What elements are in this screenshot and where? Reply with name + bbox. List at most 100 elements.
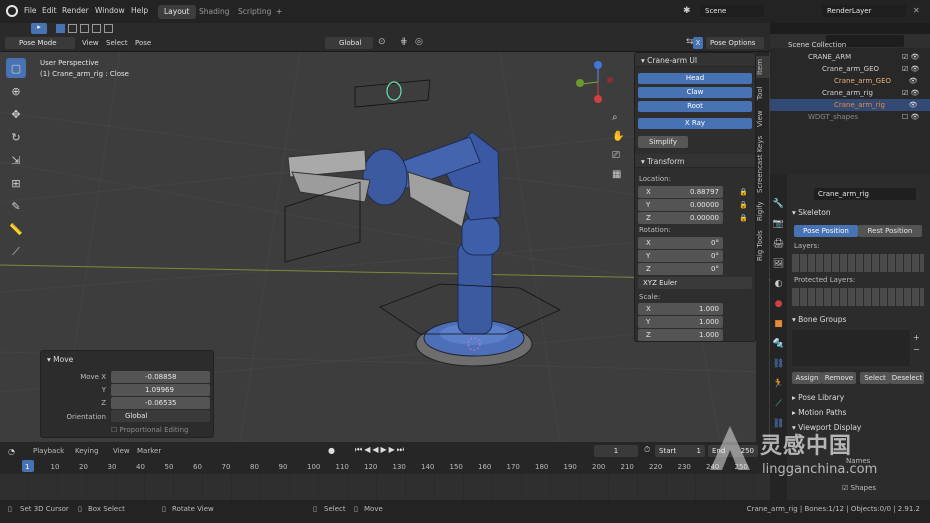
move-x-field[interactable]: -0.08858: [111, 371, 210, 383]
visibility-icons[interactable]: ☑ 👁 ☑ 👁 👁 ☑ 👁 👁 ☐ 👁: [902, 51, 919, 123]
scale-z-field[interactable]: Z 1.000: [638, 329, 723, 341]
add-workspace-button[interactable]: +: [270, 5, 288, 19]
tab-shading[interactable]: Shading: [193, 5, 235, 19]
move-tool-icon[interactable]: ✥: [6, 104, 26, 124]
renderlayer-selector[interactable]: RenderLayer: [822, 5, 906, 17]
scale-x-field[interactable]: X 1.000: [638, 303, 723, 315]
render-props-icon[interactable]: 📷: [772, 218, 785, 231]
outliner-row-scene-collection[interactable]: Scene Collection: [770, 39, 930, 51]
transform-tool-icon[interactable]: ⊞: [6, 173, 26, 193]
claw-button[interactable]: Claw: [638, 87, 752, 98]
menu-help[interactable]: Help: [131, 6, 148, 15]
lock-icons[interactable]: 🔒 🔒 🔒: [739, 186, 748, 225]
pose-library-header[interactable]: ▸ Pose Library: [792, 393, 844, 402]
bone-groups-list[interactable]: [792, 330, 910, 366]
armature-data-icon[interactable]: 🏃: [772, 378, 785, 391]
move-z-field[interactable]: -0.06535: [111, 397, 210, 409]
menu-keying[interactable]: Keying: [75, 447, 99, 455]
measure-tool-icon[interactable]: 📏: [6, 219, 26, 239]
armature-name-field[interactable]: Crane_arm_rig: [814, 188, 916, 200]
start-frame-field[interactable]: Start 1: [655, 445, 705, 457]
location-z-field[interactable]: Z 0.00000: [638, 212, 723, 224]
object-props-icon[interactable]: ■: [772, 318, 785, 331]
move-orientation-dropdown[interactable]: Global: [111, 410, 210, 422]
menu-timeline-view[interactable]: View: [113, 447, 130, 455]
pose-position-button[interactable]: Pose Position: [794, 225, 858, 237]
skeleton-header[interactable]: ▾ Skeleton: [792, 208, 831, 217]
view-layer-icon[interactable]: 🖼: [772, 258, 785, 271]
tab-layout[interactable]: Layout: [158, 5, 196, 19]
x-mirror-toggle[interactable]: X: [693, 37, 703, 49]
pose-options-dropdown[interactable]: Pose Options: [706, 37, 764, 49]
deselect-button[interactable]: Deselect: [890, 372, 924, 384]
proportional-icon[interactable]: ◎: [415, 37, 427, 49]
crane-ui-header[interactable]: ▾ Crane-arm UI: [635, 53, 755, 67]
proportional-editing-checkbox[interactable]: ☐ Proportional Editing: [111, 426, 188, 434]
scale-tool-icon[interactable]: ⇲: [6, 150, 26, 170]
tab-screencast-keys[interactable]: Screencast Keys: [756, 134, 769, 194]
rotate-tool-icon[interactable]: ↻: [6, 127, 26, 147]
close-icon[interactable]: ✕: [913, 6, 920, 15]
shapes-checkbox[interactable]: ☑ Shapes: [842, 484, 876, 492]
hand-pan-icon[interactable]: ✋: [612, 131, 624, 142]
bone-props-icon[interactable]: ⟋: [772, 398, 785, 411]
transform-header[interactable]: ▾ Transform: [635, 154, 755, 168]
menu-render[interactable]: Render: [62, 6, 89, 15]
output-props-icon[interactable]: 🖨: [772, 238, 785, 251]
record-icon[interactable]: ●: [328, 446, 335, 455]
menu-marker[interactable]: Marker: [137, 447, 161, 455]
bone-layers-grid[interactable]: [792, 254, 924, 272]
menu-file[interactable]: File: [24, 6, 37, 15]
select-box-tool-icon[interactable]: ▢: [6, 58, 26, 78]
current-frame-field[interactable]: 1: [594, 445, 638, 457]
move-panel-header[interactable]: ▾ Move: [47, 355, 73, 364]
annotate-tool-icon[interactable]: ✎: [6, 196, 26, 216]
grid-view-icon[interactable]: ▦: [612, 169, 624, 180]
bone-groups-header[interactable]: ▾ Bone Groups: [792, 315, 846, 324]
pivot-icon[interactable]: ⊙: [378, 37, 390, 49]
scale-y-field[interactable]: Y 1.000: [638, 316, 723, 328]
remove-button[interactable]: Remove: [822, 372, 856, 384]
mode-selector[interactable]: Pose Mode: [5, 37, 75, 49]
menu-playback[interactable]: Playback: [33, 447, 64, 455]
rotation-z-field[interactable]: Z 0°: [638, 263, 723, 275]
cursor-tool-icon[interactable]: ⊕: [6, 81, 26, 101]
constraint-props-icon[interactable]: ⛓: [772, 358, 785, 371]
select-mode-icons[interactable]: [56, 24, 116, 33]
protected-layers-grid[interactable]: [792, 288, 924, 306]
menu-window[interactable]: Window: [95, 6, 125, 15]
tab-rigify[interactable]: Rigify: [756, 198, 769, 224]
rotation-x-field[interactable]: X 0°: [638, 237, 723, 249]
scene-selector[interactable]: Scene: [700, 5, 764, 17]
rotation-mode-dropdown[interactable]: XYZ Euler: [638, 277, 752, 289]
xray-button[interactable]: X Ray: [638, 118, 752, 129]
timeline-track[interactable]: [0, 474, 770, 500]
menu-view[interactable]: View: [82, 39, 99, 47]
tab-tool[interactable]: Tool: [756, 82, 769, 104]
rest-position-button[interactable]: Rest Position: [858, 225, 922, 237]
rotation-y-field[interactable]: Y 0°: [638, 250, 723, 262]
world-props-icon[interactable]: ●: [772, 298, 785, 311]
select-tool-icon[interactable]: ▸: [31, 23, 47, 34]
assign-button[interactable]: Assign: [792, 372, 822, 384]
timeline-editor-icon[interactable]: ◔: [8, 447, 15, 456]
select-button[interactable]: Select: [860, 372, 890, 384]
root-button[interactable]: Root: [638, 101, 752, 112]
tab-rig-tools[interactable]: Rig Tools: [756, 228, 769, 264]
head-button[interactable]: Head: [638, 73, 752, 84]
blender-logo-icon[interactable]: [6, 5, 18, 17]
location-y-field[interactable]: Y 0.00000: [638, 199, 723, 211]
menu-pose[interactable]: Pose: [135, 39, 151, 47]
tab-view[interactable]: View: [756, 108, 769, 130]
tab-item[interactable]: Item: [756, 56, 769, 78]
location-x-field[interactable]: X 0.88797: [638, 186, 723, 198]
playback-controls[interactable]: ⏮◀◀▶▶⏭: [355, 445, 406, 455]
scene-props-icon[interactable]: ◐: [772, 278, 785, 291]
add-remove-icons[interactable]: + −: [913, 332, 920, 356]
modifier-props-icon[interactable]: 🔩: [772, 338, 785, 351]
menu-edit[interactable]: Edit: [42, 6, 57, 15]
camera-icon[interactable]: ⎚: [612, 150, 624, 161]
tool-props-icon[interactable]: 🔧: [772, 198, 785, 211]
bone-tool-icon[interactable]: ⟋: [6, 242, 26, 262]
orientation-selector[interactable]: Global: [325, 37, 373, 49]
